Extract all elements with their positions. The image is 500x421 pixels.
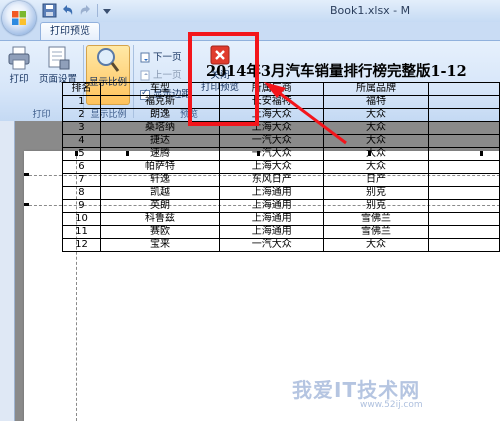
table-cell: 雪佛兰 bbox=[323, 225, 429, 239]
printer-icon bbox=[8, 46, 30, 70]
table-cell: 4 bbox=[62, 134, 101, 148]
page-setup-button[interactable]: 页面设置 bbox=[36, 45, 80, 86]
table-cell: 上海通用 bbox=[219, 212, 325, 226]
undo-icon[interactable] bbox=[60, 3, 75, 18]
table-cell: 东风日产 bbox=[219, 173, 325, 187]
table-row: 3 桑塔纳 上海大众 大众 bbox=[62, 121, 500, 135]
table-cell: 1 bbox=[62, 95, 101, 109]
table-cell bbox=[427, 147, 500, 161]
margin-handle[interactable] bbox=[24, 173, 29, 176]
table-cell: 大众 bbox=[323, 238, 429, 252]
table-cell: 3 bbox=[62, 121, 101, 135]
table-cell: 日产 bbox=[323, 173, 429, 187]
table-row: 9 英朗 上海通用 别克 bbox=[62, 199, 500, 213]
table-row: 1 福克斯 长安福特 福特 bbox=[62, 95, 500, 109]
office-logo-icon bbox=[12, 11, 26, 25]
margin-handle[interactable] bbox=[24, 203, 29, 206]
watermark-text: 我爱IT技术网 bbox=[292, 378, 421, 402]
watermark-subtext: www.52ij.com bbox=[360, 400, 423, 410]
print-button-label: 打印 bbox=[9, 74, 29, 85]
table-cell: 速腾 bbox=[99, 147, 221, 161]
previous-page-label: 上一页 bbox=[153, 70, 182, 81]
table-cell bbox=[427, 108, 500, 122]
table-cell bbox=[427, 225, 500, 239]
table-cell bbox=[427, 173, 500, 187]
table-row: 2 朗逸 上海大众 大众 bbox=[62, 108, 500, 122]
table-header-row: 排名 车型 所属厂商 所属品牌 bbox=[62, 82, 500, 96]
table-cell: 凯越 bbox=[99, 186, 221, 200]
table-cell bbox=[427, 121, 500, 135]
column-header: 所属品牌 bbox=[323, 82, 429, 96]
table-cell: 6 bbox=[62, 160, 101, 174]
redo-icon[interactable] bbox=[78, 3, 93, 18]
table-cell: 上海通用 bbox=[219, 225, 325, 239]
table-cell: 雪佛兰 bbox=[323, 212, 429, 226]
table-cell: 5 bbox=[62, 147, 101, 161]
table-cell: 大众 bbox=[323, 160, 429, 174]
table-cell: 别克 bbox=[323, 186, 429, 200]
table-cell bbox=[427, 238, 500, 252]
office-button[interactable] bbox=[2, 1, 36, 35]
tab-print-preview[interactable]: 打印预览 bbox=[40, 22, 100, 41]
window-title: Book1.xlsx - M bbox=[330, 4, 411, 17]
qat-separator bbox=[97, 4, 98, 17]
table-row: 12 宝来 一汽大众 大众 bbox=[62, 238, 500, 252]
table-cell bbox=[427, 95, 500, 109]
red-highlight-box bbox=[188, 32, 259, 126]
table-cell: 大众 bbox=[323, 121, 429, 135]
table-row: 4 捷达 一汽大众 大众 bbox=[62, 134, 500, 148]
next-page-label: 下一页 bbox=[153, 52, 182, 63]
table-cell: 英朗 bbox=[99, 199, 221, 213]
table-cell: 11 bbox=[62, 225, 101, 239]
table-cell: 一汽大众 bbox=[219, 134, 325, 148]
table-cell: 一汽大众 bbox=[219, 238, 325, 252]
table-row: 7 轩逸 东风日产 日产 bbox=[62, 173, 500, 187]
table-cell bbox=[427, 160, 500, 174]
save-icon[interactable] bbox=[42, 3, 57, 18]
table-cell: 大众 bbox=[323, 134, 429, 148]
table-cell: 8 bbox=[62, 186, 101, 200]
table-cell bbox=[427, 134, 500, 148]
table-cell bbox=[427, 199, 500, 213]
print-button[interactable]: 打印 bbox=[4, 45, 34, 86]
table-cell: 大众 bbox=[323, 108, 429, 122]
sales-table: 排名 车型 所属厂商 所属品牌 1 福克斯 长安福特 福特 2 朗逸 上海大众 大众 3 桑塔纳上… bbox=[62, 82, 500, 252]
table-cell: 轩逸 bbox=[99, 173, 221, 187]
table-cell: 上海通用 bbox=[219, 186, 325, 200]
table-cell: 上海大众 bbox=[219, 160, 325, 174]
magnifier-icon bbox=[97, 48, 120, 72]
previous-page-button[interactable]: 上一页 bbox=[140, 67, 182, 81]
table-row: 11 赛欧 上海通用 雪佛兰 bbox=[62, 225, 500, 239]
table-cell: 10 bbox=[62, 212, 101, 226]
table-cell: 9 bbox=[62, 199, 101, 213]
table-cell: 宝来 bbox=[99, 238, 221, 252]
table-cell: 福特 bbox=[323, 95, 429, 109]
table-cell: 上海通用 bbox=[219, 199, 325, 213]
table-cell: 2 bbox=[62, 108, 101, 122]
table-row: 6 帕萨特 上海大众 大众 bbox=[62, 160, 500, 174]
table-cell bbox=[427, 212, 500, 226]
column-header: 排名 bbox=[62, 82, 101, 96]
table-cell: 一汽大众 bbox=[219, 147, 325, 161]
page-setup-icon bbox=[48, 46, 70, 70]
table-cell: 大众 bbox=[323, 147, 429, 161]
table-cell bbox=[427, 186, 500, 200]
customize-qat-icon[interactable] bbox=[102, 3, 112, 18]
table-cell: 帕萨特 bbox=[99, 160, 221, 174]
table-cell: 7 bbox=[62, 173, 101, 187]
title-bar: Book1.xlsx - M bbox=[0, 0, 500, 23]
table-cell: 别克 bbox=[323, 199, 429, 213]
table-cell: 科鲁兹 bbox=[99, 212, 221, 226]
vertical-ruler bbox=[0, 121, 15, 421]
next-page-icon bbox=[140, 52, 150, 63]
next-page-button[interactable]: 下一页 bbox=[140, 49, 182, 63]
table-cell: 赛欧 bbox=[99, 225, 221, 239]
table-row: 10 科鲁兹 上海通用 雪佛兰 bbox=[62, 212, 500, 226]
table-row: 8 凯越 上海通用 别克 bbox=[62, 186, 500, 200]
table-cell: 捷达 bbox=[99, 134, 221, 148]
table-cell: 12 bbox=[62, 238, 101, 252]
previous-page-icon bbox=[140, 70, 150, 81]
table-row: 5 速腾 一汽大众 大众 bbox=[62, 147, 500, 161]
column-header-overflow bbox=[427, 82, 500, 96]
